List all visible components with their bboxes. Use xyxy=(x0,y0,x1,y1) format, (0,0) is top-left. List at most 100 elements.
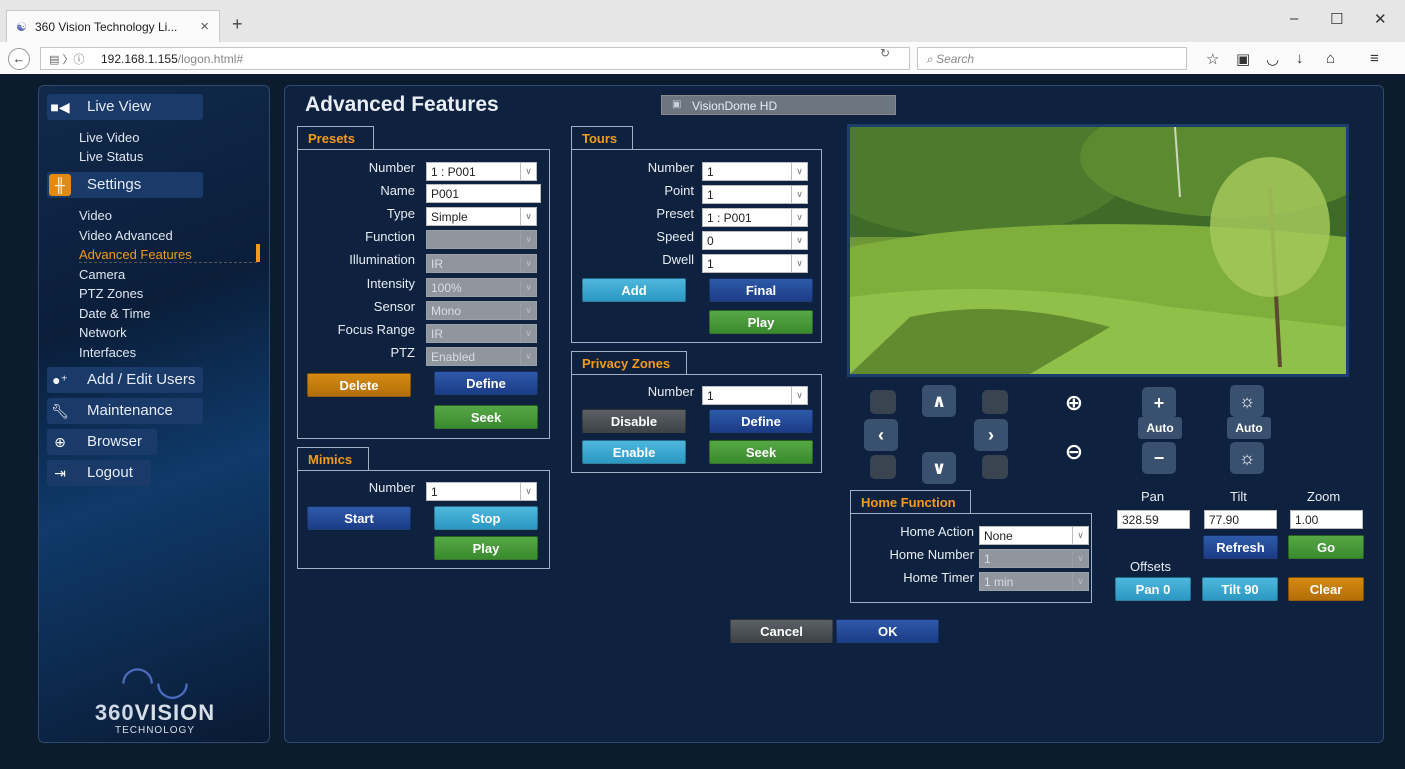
site-info-icon[interactable]: ▤ 〉ⓘ xyxy=(49,51,84,67)
tour-final-button[interactable]: Final xyxy=(709,278,813,302)
ptz-up-right-button[interactable] xyxy=(982,390,1008,414)
auto-iris-button[interactable]: Auto xyxy=(1227,417,1271,439)
preset-illumination-select[interactable]: IR ∨ xyxy=(426,254,537,273)
preset-intensity-select[interactable]: 100% ∨ xyxy=(426,278,537,297)
sidebar-item-camera[interactable]: Camera xyxy=(79,267,125,282)
privacy-define-button[interactable]: Define xyxy=(709,409,813,433)
tour-dwell-select[interactable]: 1 ∨ xyxy=(702,254,808,273)
minimize-icon[interactable]: – xyxy=(1290,10,1298,27)
close-window-icon[interactable]: ✕ xyxy=(1374,10,1387,28)
mimic-start-button[interactable]: Start xyxy=(307,506,411,530)
sidebar-section-live-view[interactable]: ■◀ Live View xyxy=(47,94,203,120)
preset-function-select[interactable]: ∨ xyxy=(426,230,537,249)
reload-icon[interactable]: ↻ xyxy=(880,46,890,60)
close-tab-icon[interactable]: × xyxy=(200,18,209,35)
iris-open-button[interactable]: ☼ xyxy=(1230,385,1264,417)
cancel-button[interactable]: Cancel xyxy=(730,619,833,643)
sidebar-item-live-status[interactable]: Live Status xyxy=(79,149,143,164)
reading-list-icon[interactable]: ▣ xyxy=(1236,50,1250,68)
clear-button[interactable]: Clear xyxy=(1288,577,1364,601)
privacy-enable-button[interactable]: Enable xyxy=(582,440,686,464)
sidebar-section-add-edit-users[interactable]: ●⁺ Add / Edit Users xyxy=(47,367,203,393)
sidebar-item-video-advanced[interactable]: Video Advanced xyxy=(79,228,173,243)
preset-delete-button[interactable]: Delete xyxy=(307,373,411,397)
sidebar-item-video[interactable]: Video xyxy=(79,208,112,223)
ptz-up-button[interactable]: ∧ xyxy=(922,385,956,417)
menu-icon[interactable]: ≡ xyxy=(1370,50,1379,67)
maximize-icon[interactable]: ☐ xyxy=(1330,10,1343,28)
ptz-down-right-button[interactable] xyxy=(982,455,1008,479)
tab-mimics[interactable]: Mimics xyxy=(297,447,369,471)
camera-selector[interactable]: ▣ VisionDome HD xyxy=(661,95,896,115)
sidebar-section-settings[interactable]: ╫ Settings xyxy=(47,172,203,198)
preset-define-button[interactable]: Define xyxy=(434,371,538,395)
mimic-number-select[interactable]: 1 ∨ xyxy=(426,482,537,501)
pan-input[interactable]: 328.59 xyxy=(1117,510,1190,529)
tab-home-function[interactable]: Home Function xyxy=(850,490,971,514)
ptz-up-left-button[interactable] xyxy=(870,390,896,414)
zoom-input[interactable]: 1.00 xyxy=(1290,510,1363,529)
pocket-icon[interactable]: ◡ xyxy=(1266,50,1279,68)
sidebar-item-advanced-features[interactable]: Advanced Features xyxy=(79,247,257,263)
sidebar-item-ptz-zones[interactable]: PTZ Zones xyxy=(79,286,143,301)
ptz-right-button[interactable]: › xyxy=(974,419,1008,451)
home-number-select[interactable]: 1 ∨ xyxy=(979,549,1089,568)
tab-privacy-zones[interactable]: Privacy Zones xyxy=(571,351,687,375)
preset-focus-select[interactable]: IR ∨ xyxy=(426,324,537,343)
tilt-90-button[interactable]: Tilt 90 xyxy=(1202,577,1278,601)
preset-seek-button[interactable]: Seek xyxy=(434,405,538,429)
focus-far-button[interactable]: − xyxy=(1142,442,1176,474)
tab-presets[interactable]: Presets xyxy=(297,126,374,150)
privacy-number-select[interactable]: 1 ∨ xyxy=(702,386,808,405)
go-button[interactable]: Go xyxy=(1288,535,1364,559)
mimic-stop-button[interactable]: Stop xyxy=(434,506,538,530)
home-icon[interactable]: ⌂ xyxy=(1326,50,1335,67)
tour-speed-select[interactable]: 0 ∨ xyxy=(702,231,808,250)
home-action-select[interactable]: None ∨ xyxy=(979,526,1089,545)
privacy-seek-button[interactable]: Seek xyxy=(709,440,813,464)
sidebar-item-live-video[interactable]: Live Video xyxy=(79,130,139,145)
ptz-down-left-button[interactable] xyxy=(870,455,896,479)
preset-name-input[interactable]: P001 xyxy=(426,184,541,203)
download-icon[interactable]: ↓ xyxy=(1296,50,1304,67)
auto-focus-button[interactable]: Auto xyxy=(1138,417,1182,439)
zoom-out-button[interactable]: ⊖ xyxy=(1057,436,1091,468)
pan-0-button[interactable]: Pan 0 xyxy=(1115,577,1191,601)
iris-close-button[interactable]: ☼ xyxy=(1230,442,1264,474)
privacy-disable-button[interactable]: Disable xyxy=(582,409,686,433)
new-tab-icon[interactable]: + xyxy=(232,14,243,35)
ok-button[interactable]: OK xyxy=(836,619,939,643)
back-icon[interactable]: ← xyxy=(8,48,30,70)
preset-type-select[interactable]: Simple ∨ xyxy=(426,207,537,226)
mimic-play-button[interactable]: Play xyxy=(434,536,538,560)
tour-add-button[interactable]: Add xyxy=(582,278,686,302)
tour-number-value: 1 xyxy=(707,165,714,179)
sidebar-section-maintenance[interactable]: 🔧︎ Maintenance xyxy=(47,398,203,424)
browser-tab[interactable]: ☯ 360 Vision Technology Li... × xyxy=(6,10,220,42)
preset-sensor-select[interactable]: Mono ∨ xyxy=(426,301,537,320)
zoom-in-button[interactable]: ⊕ xyxy=(1057,387,1091,419)
bookmark-star-icon[interactable]: ☆ xyxy=(1206,50,1219,68)
tilt-input[interactable]: 77.90 xyxy=(1204,510,1277,529)
tour-point-select[interactable]: 1 ∨ xyxy=(702,185,808,204)
url-bar[interactable]: ▤ 〉ⓘ 192.168.1.155/logon.html# xyxy=(40,47,910,70)
tour-number-select[interactable]: 1 ∨ xyxy=(702,162,808,181)
tour-preset-select[interactable]: 1 : P001 ∨ xyxy=(702,208,808,227)
sidebar-section-browser[interactable]: ⊕ Browser xyxy=(47,429,157,455)
sidebar-item-interfaces[interactable]: Interfaces xyxy=(79,345,136,360)
sidebar-section-logout[interactable]: ⇥ Logout xyxy=(47,460,151,486)
ptz-left-button[interactable]: ‹ xyxy=(864,419,898,451)
home-timer-select[interactable]: 1 min ∨ xyxy=(979,572,1089,591)
sidebar-item-date-time[interactable]: Date & Time xyxy=(79,306,151,321)
ptz-down-button[interactable]: ∨ xyxy=(922,452,956,484)
focus-near-button[interactable]: + xyxy=(1142,387,1176,419)
tour-play-button[interactable]: Play xyxy=(709,310,813,334)
live-video-feed[interactable] xyxy=(847,124,1349,377)
preset-number-select[interactable]: 1 : P001 ∨ xyxy=(426,162,537,181)
refresh-button[interactable]: Refresh xyxy=(1203,535,1278,559)
preset-ptz-label: PTZ xyxy=(390,345,415,360)
sidebar-item-network[interactable]: Network xyxy=(79,325,127,340)
tab-tours[interactable]: Tours xyxy=(571,126,633,150)
preset-ptz-select[interactable]: Enabled ∨ xyxy=(426,347,537,366)
search-input[interactable]: ⌕ Search xyxy=(917,47,1187,70)
